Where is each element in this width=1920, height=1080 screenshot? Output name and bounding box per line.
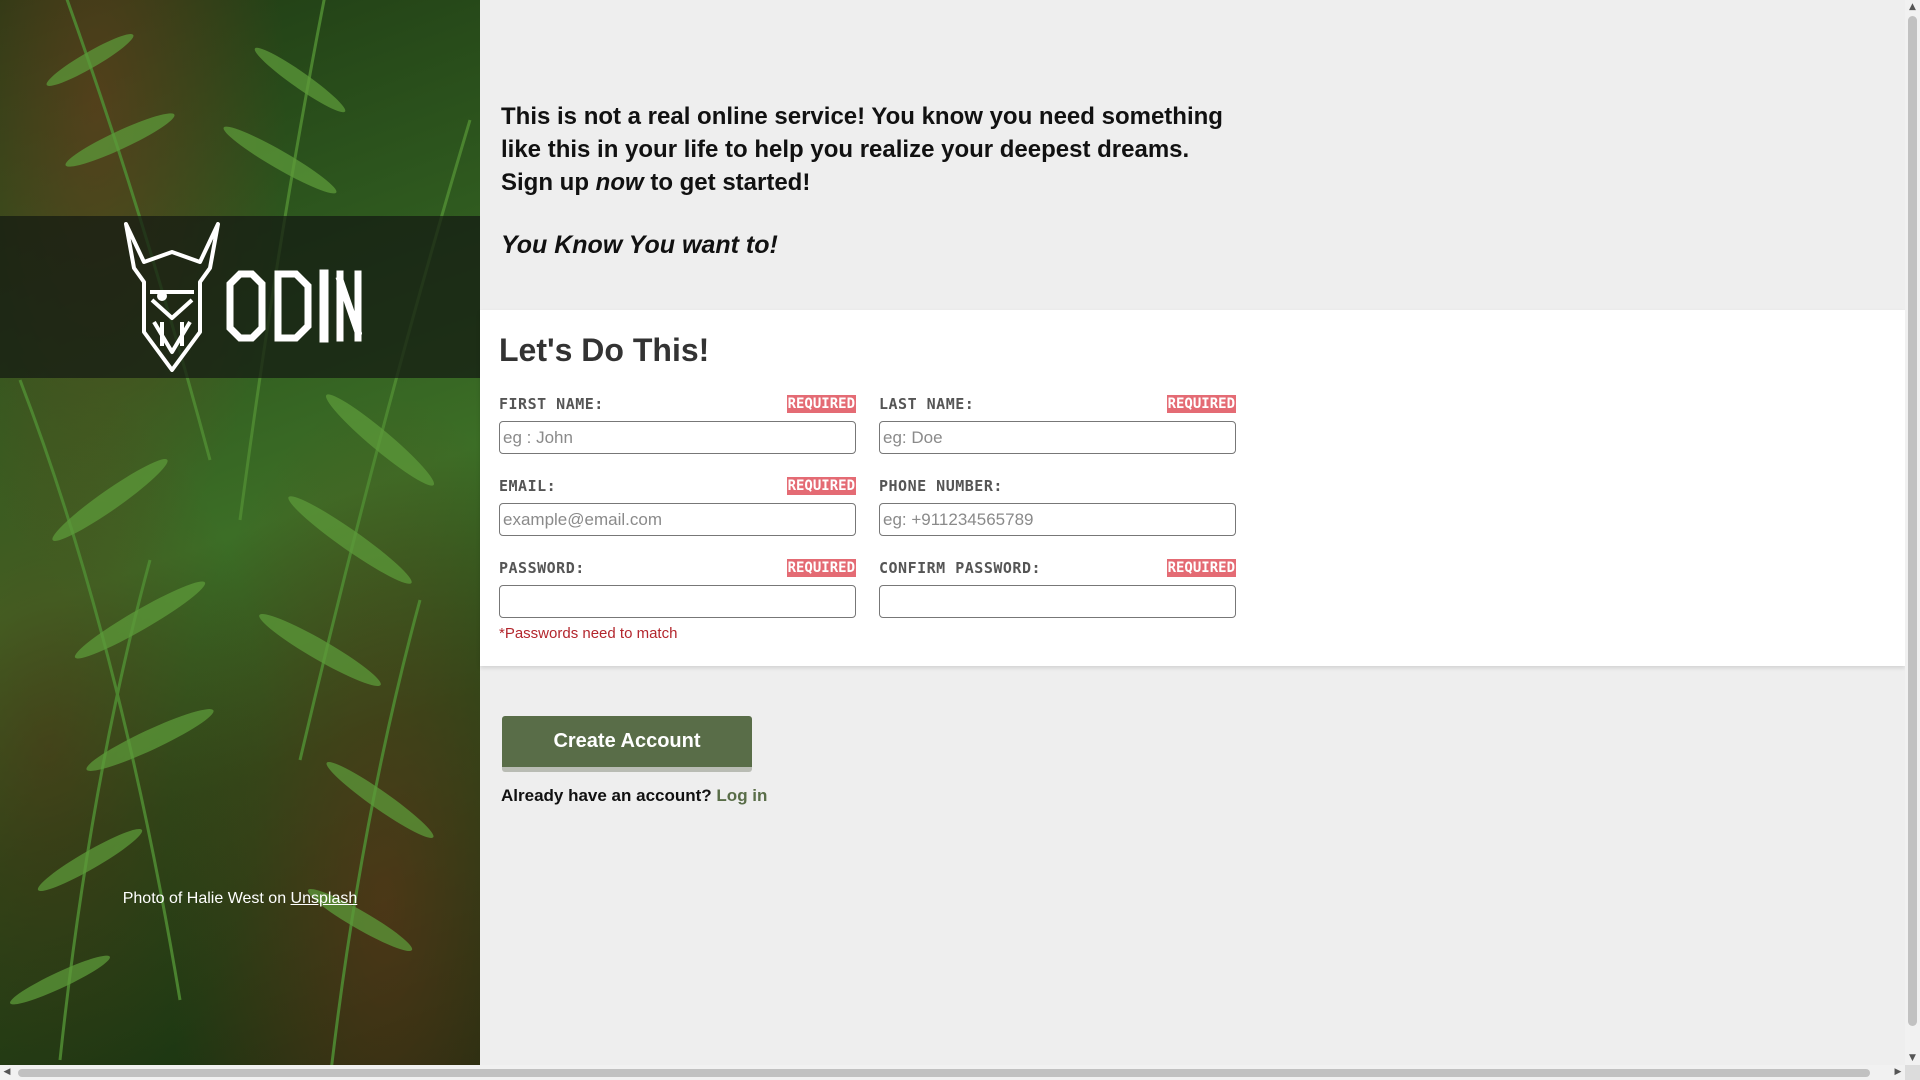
intro-line-2: like this in your life to help you reali…	[501, 136, 1190, 163]
odin-logo	[122, 222, 363, 377]
signup-form: Let's Do This! FIRST NAME: REQUIRED LAST…	[480, 310, 1905, 666]
login-prompt: Already have an account? Log in	[501, 786, 767, 806]
confirm-password-group: CONFIRM PASSWORD: REQUIRED	[879, 558, 1236, 618]
required-badge: REQUIRED	[786, 395, 856, 413]
required-badge: REQUIRED	[1166, 559, 1236, 577]
phone-group: PHONE NUMBER:	[879, 476, 1236, 536]
login-prompt-text: Already have an account?	[501, 786, 712, 805]
intro-tagline: You Know You want to!	[501, 231, 778, 259]
horizontal-scrollbar[interactable]: ◀ ▶	[0, 1065, 1905, 1080]
scroll-up-arrow-icon[interactable]: ▲	[1905, 0, 1920, 14]
first-name-label: FIRST NAME:	[499, 395, 604, 413]
scroll-left-arrow-icon[interactable]: ◀	[0, 1065, 14, 1080]
unsplash-link[interactable]: Unsplash	[291, 890, 358, 907]
required-badge: REQUIRED	[786, 559, 856, 577]
intro-line-3: Sign up now to get started!	[501, 166, 1281, 199]
confirm-password-input[interactable]	[879, 585, 1236, 618]
intro-line-3-end: to get started!	[650, 169, 811, 196]
scrollbar-corner	[1905, 1065, 1920, 1080]
create-account-button[interactable]: Create Account	[502, 716, 752, 772]
odin-viking-helmet-icon	[124, 222, 363, 372]
required-badge: REQUIRED	[1166, 395, 1236, 413]
last-name-input[interactable]	[879, 421, 1236, 454]
confirm-password-label: CONFIRM PASSWORD:	[879, 559, 1042, 577]
hero-image-panel: Photo of Halie West on Unsplash	[0, 0, 480, 1065]
first-name-input[interactable]	[499, 421, 856, 454]
phone-label: PHONE NUMBER:	[879, 477, 1003, 495]
phone-input[interactable]	[879, 503, 1236, 536]
password-match-note: *Passwords need to match	[499, 625, 678, 642]
photo-credit: Photo of Halie West on Unsplash	[0, 890, 480, 908]
email-label: EMAIL:	[499, 477, 557, 495]
intro-section: This is not a real online service! You k…	[501, 100, 1281, 262]
first-name-group: FIRST NAME: REQUIRED	[499, 394, 856, 454]
last-name-label: LAST NAME:	[879, 395, 975, 413]
vertical-scrollbar[interactable]: ▲ ▼	[1905, 0, 1920, 1065]
intro-line-1: This is not a real online service! You k…	[501, 103, 1223, 130]
password-input[interactable]	[499, 585, 856, 618]
scroll-down-arrow-icon[interactable]: ▼	[1905, 1051, 1920, 1065]
required-badge: REQUIRED	[786, 477, 856, 495]
horizontal-scroll-thumb[interactable]	[18, 1069, 1870, 1077]
scroll-right-arrow-icon[interactable]: ▶	[1891, 1065, 1905, 1080]
email-group: EMAIL: REQUIRED	[499, 476, 856, 536]
email-input[interactable]	[499, 503, 856, 536]
last-name-group: LAST NAME: REQUIRED	[879, 394, 1236, 454]
password-group: PASSWORD: REQUIRED	[499, 558, 856, 618]
intro-line-3-start: Sign up	[501, 169, 589, 196]
login-link[interactable]: Log in	[716, 786, 767, 805]
password-label: PASSWORD:	[499, 559, 585, 577]
intro-emphasis: now	[595, 169, 644, 196]
form-title: Let's Do This!	[499, 332, 710, 368]
vertical-scroll-thumb[interactable]	[1908, 16, 1917, 1026]
photo-credit-text: Photo of Halie West on	[122, 890, 287, 907]
